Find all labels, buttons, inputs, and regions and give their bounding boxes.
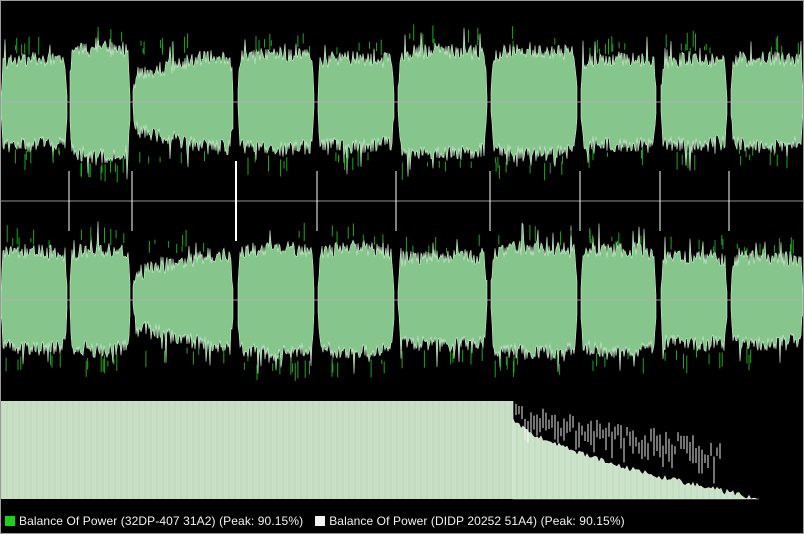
- white-square-icon: [315, 516, 326, 526]
- waveform-spectrum-view: [1, 1, 803, 509]
- legend-item-didp: Balance Of Power (DIDP 20252 51A4) (Peak…: [315, 514, 625, 528]
- legend-label-32dp: Balance Of Power (32DP-407 31A2) (Peak: …: [19, 514, 304, 528]
- waveform-segment: [490, 42, 578, 167]
- legend-item-32dp: Balance Of Power (32DP-407 31A2) (Peak: …: [5, 514, 303, 528]
- legend-label-didp: Balance Of Power (DIDP 20252 51A4) (Peak…: [329, 514, 625, 528]
- legend-bar: Balance Of Power (32DP-407 31A2) (Peak: …: [1, 509, 803, 533]
- audio-analysis-window: Balance Of Power (32DP-407 31A2) (Peak: …: [0, 0, 804, 534]
- green-square-icon: [5, 516, 15, 526]
- waveform-segment: [237, 39, 315, 160]
